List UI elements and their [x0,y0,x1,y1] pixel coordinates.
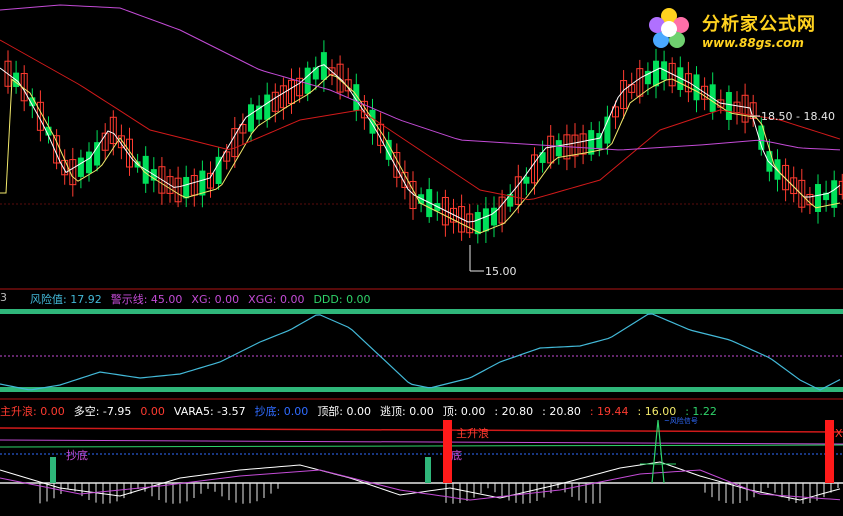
small-signal-label: ~风险信号 [664,417,698,425]
signal-panel-header: 主升浪: 0.00 多空: -7.95 0.00 VARA5: -3.57 抄底: 0.… [0,403,726,419]
ma-red-line [0,39,841,201]
zhushenglang-label: 主升浪 [456,427,489,440]
signal-green-bar [425,457,431,483]
signal-header-item-10: : 19.44 [589,405,629,418]
candle-body [555,140,562,157]
low-price-label: 15.00 [485,265,517,278]
right-cut-label: X [835,427,843,440]
chaodi-label-1: 抄底 [66,449,88,462]
candle-body [86,151,92,174]
candle-body [766,151,773,172]
candle-body [199,170,206,196]
signal-header-item-0: 主升浪: 0.00 [0,405,65,418]
signal-header-item-2: 0.00 [140,405,165,418]
candle-body [482,208,489,232]
risk-panel-header: 风险值: 17.92 警示线: 45.00 XG: 0.00 XGG: 0.00 DDD… [30,291,380,307]
risk-header-item-2: XG: 0.00 [191,293,240,306]
signal-panel [0,419,843,504]
signal-header-item-9: : 20.80 [542,405,581,418]
signal-header-item-5: 顶部: 0.00 [317,405,372,418]
signal-header-item-7: 顶: 0.00 [442,405,486,418]
signal-header-item-3: VARA5: -3.57 [173,405,246,418]
flower-logo-icon [649,8,689,48]
risk-value-line [0,313,841,391]
risk-top-band [0,309,843,314]
risk-header-item-4: DDD: 0.00 [313,293,371,306]
signal-header-item-6: 逃顶: 0.00 [380,405,434,418]
high-price-label: 18.50 - 18.40 [761,110,835,123]
signal-green-line [0,444,843,448]
candle-body [215,156,222,184]
risk-panel [0,309,843,400]
signal-red-line [0,427,843,433]
site-logo: 分析家公式网 www.88gs.com [640,4,840,54]
candle-body [653,60,659,87]
candle-body [77,157,84,177]
signal-purple-curve [0,469,841,501]
candle-body [304,67,311,94]
candle-body [264,94,271,120]
candle-body [725,92,732,120]
candle-body [183,176,190,199]
signal-header-item-8: : 20.80 [494,405,534,418]
risk-header-item-1: 警示线: 45.00 [110,293,183,306]
risk-panel-left-cut: 3 [0,291,7,304]
risk-header-item-0: 风险值: 17.92 [30,293,102,306]
signal-red-bar [825,420,834,483]
candle-body [248,104,254,132]
stock-chart-screen: 分析家公式网 www.88gs.com 15.00 18.50 - 18.40 … [0,0,843,513]
signal-header-item-4: 抄底: 0.00 [254,405,309,418]
signal-purple-line [0,439,843,445]
signal-green-bar [50,457,56,483]
risk-bottom-band [0,387,843,392]
signal-header-item-1: 多空: -7.95 [73,405,132,418]
risk-header-item-3: XGG: 0.00 [248,293,305,306]
signal-white-curve [0,461,841,501]
chart-canvas [0,4,843,504]
logo-url: www.88gs.com [702,36,804,50]
candle-body [94,142,101,166]
logo-title: 分析家公式网 [702,14,816,35]
chaodi-label-2: 底 [451,449,462,462]
